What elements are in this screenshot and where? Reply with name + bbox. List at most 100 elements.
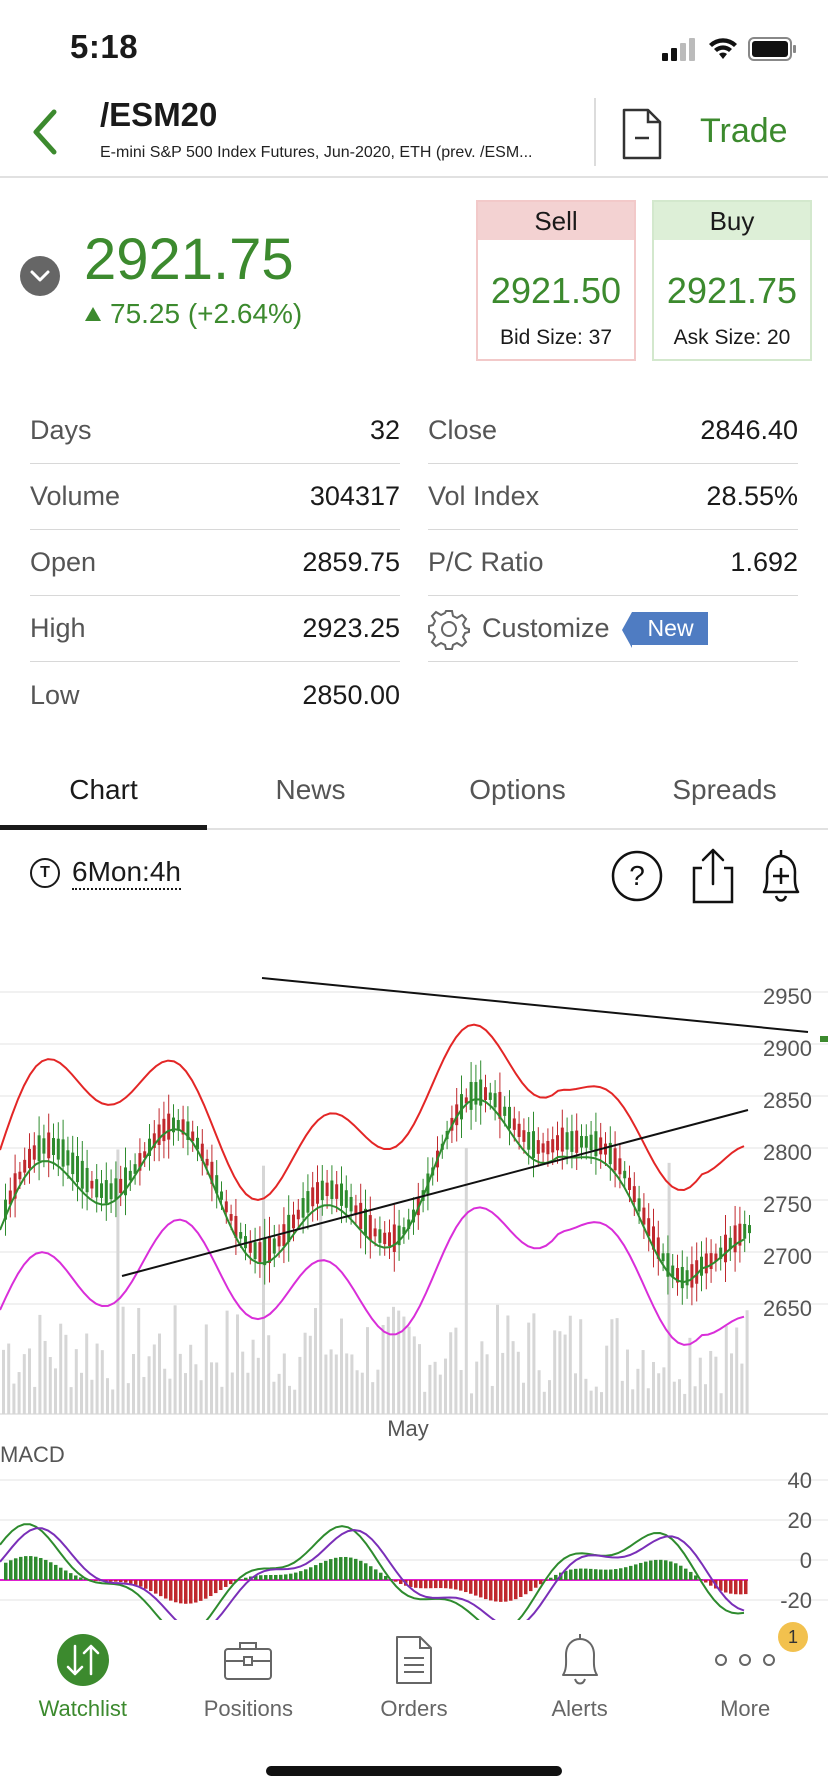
candle-body — [556, 1135, 559, 1151]
tab-news[interactable]: News — [207, 760, 414, 828]
candle-body — [618, 1158, 622, 1175]
candle-body — [76, 1156, 79, 1183]
macd-histogram-bar — [259, 1575, 263, 1580]
price-chart[interactable]: 2950 2900 2850 2800 2750 2700 2650 May MACD 40… — [0, 940, 828, 1620]
stat-value: 1.692 — [730, 547, 798, 577]
volume-bar — [672, 1381, 676, 1414]
sell-button[interactable]: Sell 2921.50 Bid Size: 37 — [476, 200, 636, 361]
tab-alerts[interactable]: Alerts — [497, 1620, 663, 1740]
candle-body — [508, 1106, 511, 1129]
candle-body — [613, 1148, 617, 1171]
volume-bar — [683, 1393, 687, 1414]
macd-histogram-bar — [519, 1580, 523, 1597]
candle-body — [119, 1178, 123, 1194]
collapse-button[interactable] — [20, 256, 60, 296]
volume-bar — [626, 1349, 629, 1414]
tab-options[interactable]: Options — [414, 760, 621, 828]
timeframe-selector[interactable]: T 6Mon:4h — [30, 856, 181, 890]
volume-bar — [428, 1364, 432, 1414]
candle-body — [330, 1180, 334, 1199]
add-alert-button[interactable] — [754, 846, 808, 906]
home-indicator — [266, 1766, 562, 1776]
volume-bar — [418, 1344, 421, 1414]
status-time: 5:18 — [70, 28, 139, 65]
volume-bar — [90, 1379, 94, 1414]
volume-bar — [329, 1349, 333, 1414]
price-tick-label: 2950 — [763, 984, 812, 1009]
tab-positions[interactable]: Positions — [166, 1620, 332, 1740]
tab-spreads[interactable]: Spreads — [621, 760, 828, 828]
volume-bar — [652, 1361, 655, 1414]
candle-body — [690, 1264, 694, 1288]
price-tick-label: 2700 — [763, 1244, 812, 1269]
last-price: 2921.75 — [84, 227, 294, 292]
macd-histogram-bar — [449, 1580, 453, 1589]
candle-body — [52, 1138, 55, 1156]
tab-label: Orders — [380, 1696, 448, 1721]
volume-bar — [470, 1393, 473, 1414]
candle-body — [224, 1201, 228, 1213]
ask-size: Ask Size: 20 — [673, 326, 791, 349]
macd-histogram-bar — [679, 1565, 683, 1580]
volume-bar — [106, 1378, 109, 1414]
volume-bar — [371, 1382, 375, 1414]
tab-watchlist[interactable]: Watchlist — [0, 1620, 166, 1740]
candle-body — [632, 1186, 636, 1203]
macd-histogram-bar — [494, 1580, 498, 1602]
volume-bar — [678, 1379, 681, 1414]
volume-bar — [2, 1349, 5, 1414]
back-button[interactable] — [20, 104, 70, 160]
volume-bar — [438, 1374, 442, 1414]
volume-bar — [610, 1319, 614, 1414]
macd-tick-label: 40 — [788, 1468, 812, 1493]
trade-button[interactable]: Trade — [700, 112, 788, 151]
macd-histogram-bar — [129, 1580, 133, 1584]
macd-tick-label: 20 — [788, 1508, 812, 1533]
macd-histogram-bar — [394, 1580, 398, 1582]
macd-histogram-bar — [734, 1580, 738, 1595]
macd-histogram-bar — [724, 1580, 728, 1593]
tab-more[interactable]: More 1 — [662, 1620, 828, 1740]
volume-bar — [303, 1332, 307, 1414]
candle-body — [80, 1160, 84, 1189]
stat-row-high: High 2923.25 — [30, 596, 400, 662]
macd-histogram-bar — [174, 1580, 178, 1603]
macd-histogram-bar — [294, 1572, 298, 1580]
customize-button[interactable]: Customize New — [428, 608, 708, 650]
volume-bar — [522, 1382, 525, 1414]
volume-bar — [43, 1340, 47, 1414]
candle-body — [661, 1253, 665, 1262]
document-button[interactable] — [620, 106, 664, 162]
macd-histogram-bar — [669, 1561, 673, 1580]
customize-row: Customize New — [428, 596, 798, 662]
volume-bar — [236, 1314, 239, 1414]
candle-body — [296, 1209, 300, 1220]
macd-histogram-bar — [604, 1569, 608, 1580]
tab-label: Positions — [203, 1696, 294, 1721]
help-button[interactable]: ? — [610, 846, 664, 906]
macd-tick-label: -20 — [780, 1588, 812, 1613]
volume-bar — [553, 1330, 557, 1414]
candle-body — [66, 1150, 70, 1166]
buy-label: Buy — [654, 202, 810, 240]
tab-orders[interactable]: Orders — [331, 1620, 497, 1740]
stat-label: Low — [30, 679, 80, 710]
candle-body — [493, 1093, 497, 1108]
macd-histogram-bar — [179, 1580, 183, 1604]
share-button[interactable] — [686, 846, 740, 906]
candle-body — [272, 1238, 276, 1254]
macd-histogram-bar — [594, 1569, 598, 1580]
stat-value: 2923.25 — [302, 613, 400, 643]
bid-price: 2921.50 — [490, 270, 622, 311]
candle-body — [320, 1180, 324, 1201]
macd-histogram-bar — [649, 1560, 653, 1580]
candle-body — [541, 1143, 545, 1153]
tab-chart[interactable]: Chart — [0, 760, 207, 830]
volume-bar — [636, 1368, 640, 1414]
stats-left-column: Days 32 Volume 304317 Open 2859.75 High … — [30, 398, 400, 728]
volume-bar — [360, 1372, 364, 1414]
candle-body — [157, 1124, 161, 1145]
buy-button[interactable]: Buy 2921.75 Ask Size: 20 — [652, 200, 812, 361]
ask-price: 2921.75 — [666, 270, 798, 311]
volume-bar — [376, 1369, 380, 1414]
